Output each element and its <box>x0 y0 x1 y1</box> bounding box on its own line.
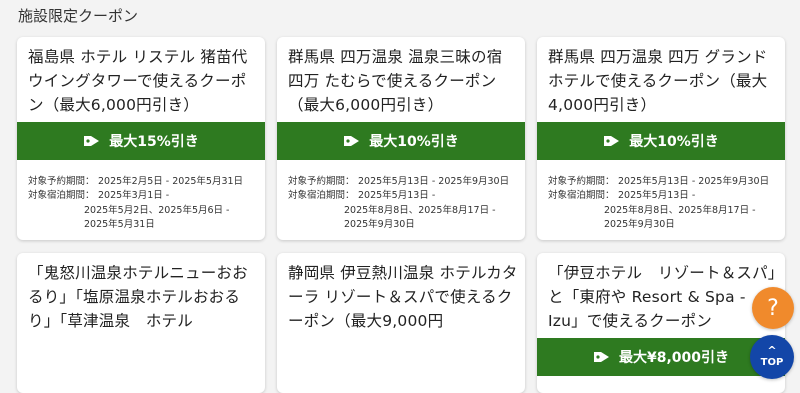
coupon-dates: 対象予約期間： 2025年5月13日 - 2025年9月30日 対象宿泊期間： 20… <box>548 175 784 232</box>
discount-banner: 最大10%引き <box>537 122 785 160</box>
stay-value: 2025年8月8日、2025年8月17日 - <box>344 204 496 216</box>
reserve-value: 2025年5月13日 - 2025年9月30日 <box>618 176 770 187</box>
coupon-card[interactable]: 群馬県 四万温泉 四万 グランド ホテルで使えるクーポン（最大4,000円引き）… <box>537 37 785 240</box>
tag-icon <box>604 136 620 146</box>
coupon-card[interactable]: 静岡県 伊豆熱川温泉 ホテルカターラ リゾート＆スパで使えるクーポン（最大9,0… <box>277 253 525 393</box>
stay-value: 2025年5月13日 - <box>618 190 696 202</box>
coupon-title: 福島県 ホテル リステル 猪苗代 ウイングタワーで使えるクーポン（最大6,000… <box>28 48 248 114</box>
discount-label: 最大10%引き <box>369 134 459 150</box>
discount-label: 最大15%引き <box>109 134 199 150</box>
section-title: 施設限定クーポン <box>18 7 139 25</box>
reserve-label: 対象予約期間： <box>288 176 355 187</box>
coupon-card[interactable]: 群馬県 四万温泉 温泉三昧の宿 四万 たむらで使えるクーポン（最大6,000円引… <box>277 37 525 240</box>
reserve-label: 対象予約期間： <box>28 176 95 187</box>
stay-value: 2025年8月8日、2025年8月17日 - <box>604 204 756 216</box>
tag-icon <box>84 136 100 146</box>
coupon-card[interactable]: 「鬼怒川温泉ホテルニューおおるり」「塩原温泉ホテルおおるり」「草津温泉 ホテル <box>17 253 265 393</box>
discount-banner: 最大¥8,000引き <box>537 338 785 376</box>
discount-banner: 最大10%引き <box>277 122 525 160</box>
tag-icon <box>344 136 360 146</box>
discount-label: 最大¥8,000引き <box>618 350 730 366</box>
question-icon: ? <box>767 295 779 321</box>
chevron-up-icon: ^ <box>767 344 777 357</box>
reserve-value: 2025年5月13日 - 2025年9月30日 <box>358 176 510 187</box>
coupon-title: 群馬県 四万温泉 温泉三昧の宿 四万 たむらで使えるクーポン（最大6,000円引… <box>288 48 503 114</box>
coupon-title: 群馬県 四万温泉 四万 グランド ホテルで使えるクーポン（最大4,000円引き） <box>548 48 768 114</box>
coupon-title: 「鬼怒川温泉ホテルニューおおるり」「塩原温泉ホテルおおるり」「草津温泉 ホテル <box>28 264 248 330</box>
top-label: TOP <box>760 357 784 368</box>
coupon-title: 「伊豆ホテル リゾート＆スパ」と「東府や Resort & Spa - Izu」… <box>548 264 776 330</box>
scroll-top-button[interactable]: ^ TOP <box>750 335 794 379</box>
stay-value: 2025年5月31日 <box>84 218 155 230</box>
reserve-label: 対象予約期間： <box>548 176 615 187</box>
coupon-dates: 対象予約期間： 2025年5月13日 - 2025年9月30日 対象宿泊期間： 20… <box>288 175 524 232</box>
stay-label: 対象宿泊期間： <box>28 190 95 202</box>
coupon-dates: 対象予約期間： 2025年2月5日 - 2025年5月31日 対象宿泊期間： 202… <box>28 175 264 232</box>
stay-value: 2025年9月30日 <box>604 218 675 230</box>
stay-value: 2025年3月1日 - <box>98 190 170 202</box>
discount-label: 最大10%引き <box>629 134 719 150</box>
reserve-value: 2025年2月5日 - 2025年5月31日 <box>98 176 244 187</box>
stay-label: 対象宿泊期間： <box>548 190 615 202</box>
coupon-card[interactable]: 「伊豆ホテル リゾート＆スパ」と「東府や Resort & Spa - Izu」… <box>537 253 785 393</box>
stay-value: 2025年5月13日 - <box>358 190 436 202</box>
stay-value: 2025年5月2日、2025年5月6日 - <box>84 204 230 216</box>
coupon-card[interactable]: 福島県 ホテル リステル 猪苗代 ウイングタワーで使えるクーポン（最大6,000… <box>17 37 265 240</box>
tag-icon <box>593 352 609 362</box>
help-button[interactable]: ? <box>752 287 794 329</box>
stay-label: 対象宿泊期間： <box>288 190 355 202</box>
coupon-title: 静岡県 伊豆熱川温泉 ホテルカターラ リゾート＆スパで使えるクーポン（最大9,0… <box>288 264 518 330</box>
discount-banner: 最大15%引き <box>17 122 265 160</box>
stay-value: 2025年9月30日 <box>344 218 415 230</box>
